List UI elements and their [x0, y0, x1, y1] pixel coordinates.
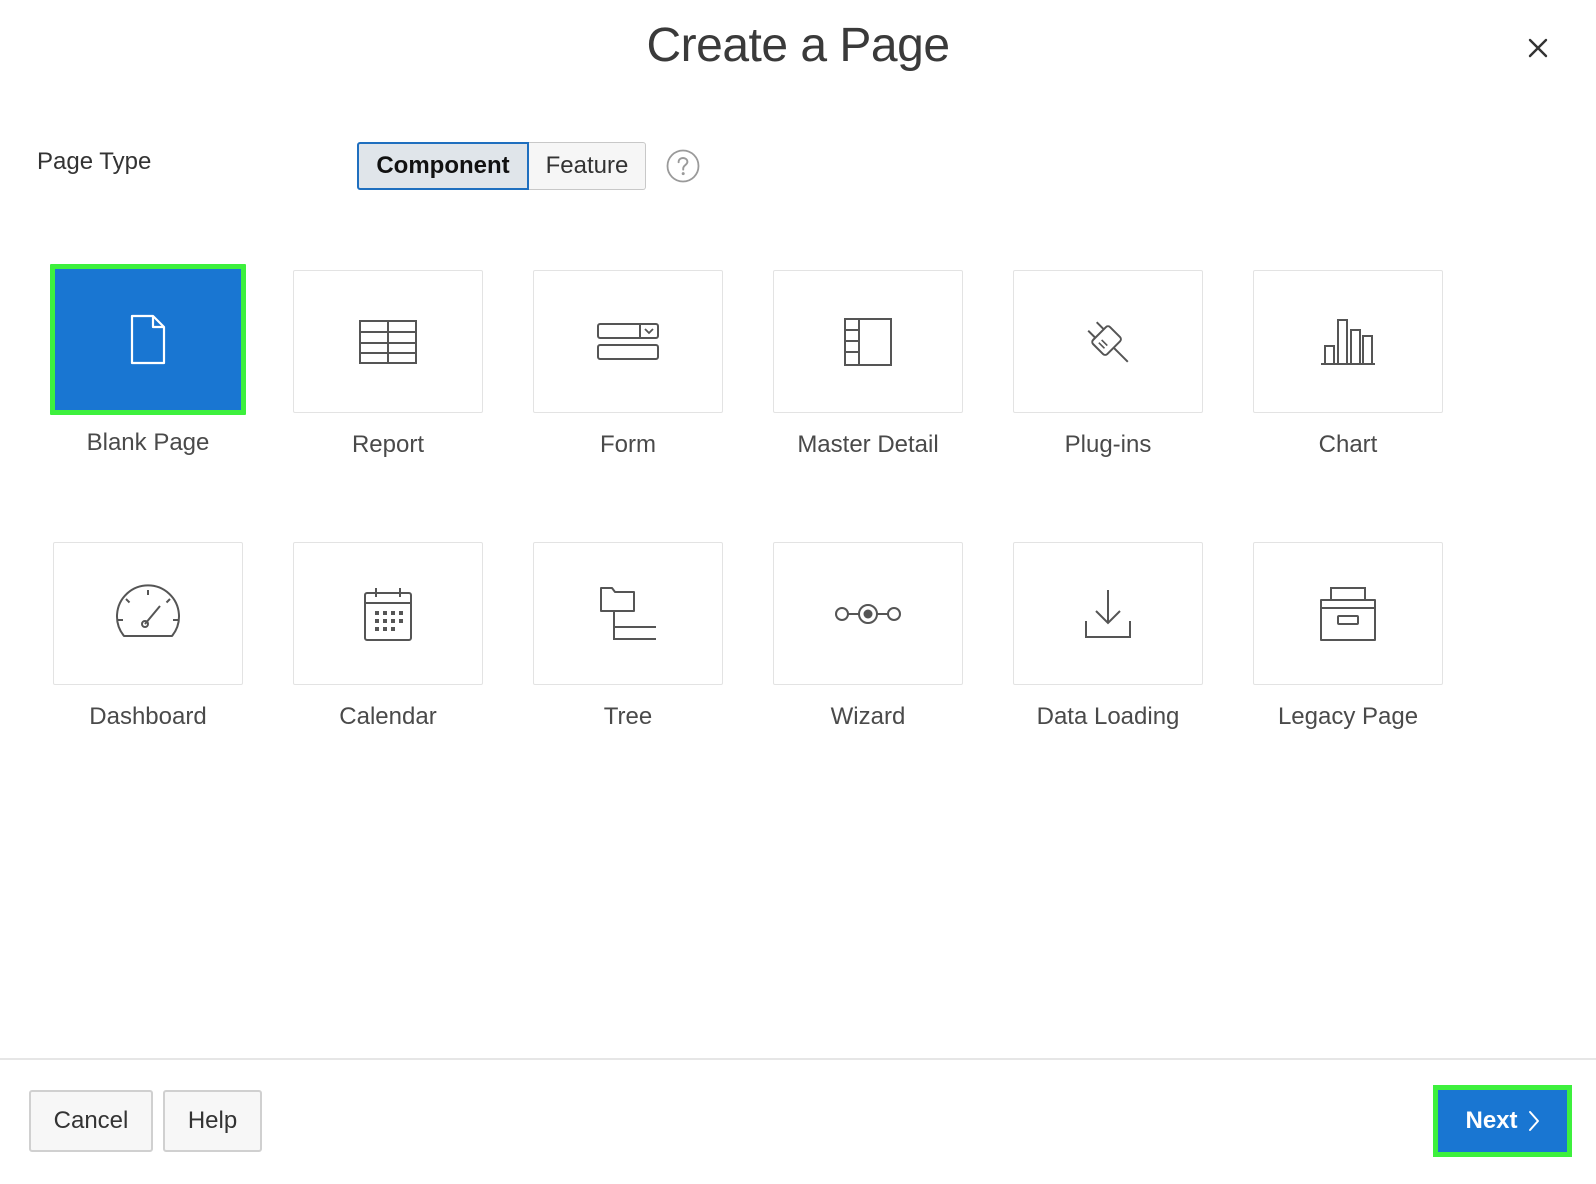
- tile-label-form: Form: [600, 431, 656, 458]
- tile-dashboard-card[interactable]: [53, 542, 243, 685]
- tile-blank-page[interactable]: Blank Page: [50, 264, 246, 457]
- footer-divider: [0, 1058, 1596, 1060]
- page-type-label: Page Type: [37, 148, 152, 175]
- plug-icon: [1087, 320, 1129, 363]
- tile-wizard-card[interactable]: [773, 542, 963, 685]
- tile-tree[interactable]: Tree: [533, 542, 723, 731]
- tile-wizard[interactable]: Wizard: [773, 542, 963, 731]
- tile-legacy-page[interactable]: Legacy Page: [1253, 542, 1443, 731]
- tile-data-loading[interactable]: Data Loading: [1013, 542, 1203, 731]
- form-icon: [597, 322, 659, 360]
- tile-plug-ins[interactable]: Plug-ins: [1013, 270, 1203, 459]
- tile-label-legacy-page: Legacy Page: [1277, 703, 1419, 730]
- page-type-toggle: Component Feature: [357, 142, 646, 190]
- bar-chart-icon: [1321, 318, 1375, 365]
- wizard-steps-icon: [835, 603, 901, 624]
- cancel-button[interactable]: Cancel: [29, 1090, 153, 1152]
- master-detail-icon: [844, 317, 892, 366]
- tile-data-loading-card[interactable]: [1013, 542, 1203, 685]
- help-button[interactable]: Help: [163, 1090, 262, 1152]
- tile-chart-card[interactable]: [1253, 270, 1443, 413]
- page-type-component-button[interactable]: Component: [357, 142, 529, 190]
- tile-label-data-loading: Data Loading: [1036, 703, 1180, 730]
- blank-page-icon: [130, 314, 166, 364]
- tile-legacy-page-card[interactable]: [1253, 542, 1443, 685]
- tile-dashboard[interactable]: Dashboard: [53, 542, 243, 731]
- tile-master-detail-card[interactable]: [773, 270, 963, 413]
- next-button[interactable]: Next: [1433, 1085, 1572, 1157]
- tile-label-tree: Tree: [603, 703, 653, 730]
- tile-label-master-detail: Master Detail: [797, 431, 939, 458]
- tile-plug-ins-card[interactable]: [1013, 270, 1203, 413]
- tile-calendar-card[interactable]: [293, 542, 483, 685]
- chevron-right-icon: [1528, 1111, 1539, 1131]
- tile-calendar[interactable]: Calendar: [293, 542, 483, 731]
- tile-form-card[interactable]: [533, 270, 723, 413]
- tile-label-report: Report: [351, 431, 425, 458]
- report-table-icon: [359, 319, 417, 364]
- download-tray-icon: [1085, 589, 1131, 638]
- close-icon: [1528, 38, 1548, 58]
- tile-label-blank-page: Blank Page: [86, 429, 210, 456]
- calendar-icon: [364, 587, 412, 641]
- tile-tree-card[interactable]: [533, 542, 723, 685]
- tile-report-card[interactable]: [293, 270, 483, 413]
- tile-master-detail[interactable]: Master Detail: [773, 270, 963, 459]
- tile-label-chart: Chart: [1318, 431, 1378, 458]
- tile-form[interactable]: Form: [533, 270, 723, 459]
- tile-label-calendar: Calendar: [339, 703, 437, 730]
- close-button[interactable]: [1520, 30, 1556, 66]
- next-button-label: Next: [1465, 1107, 1518, 1134]
- archive-box-icon: [1320, 586, 1376, 641]
- page-type-feature-button[interactable]: Feature: [529, 142, 646, 190]
- tree-icon: [600, 586, 656, 640]
- dialog-title: Create a Page: [646, 19, 950, 72]
- speedometer-icon: [116, 583, 180, 637]
- tile-chart[interactable]: Chart: [1253, 270, 1443, 459]
- tile-label-plug-ins: Plug-ins: [1064, 431, 1152, 458]
- tile-label-wizard: Wizard: [830, 703, 906, 730]
- help-icon[interactable]: [666, 149, 700, 183]
- tile-report[interactable]: Report: [293, 270, 483, 459]
- tile-label-dashboard: Dashboard: [89, 703, 207, 730]
- tile-blank-page-card[interactable]: [50, 264, 246, 415]
